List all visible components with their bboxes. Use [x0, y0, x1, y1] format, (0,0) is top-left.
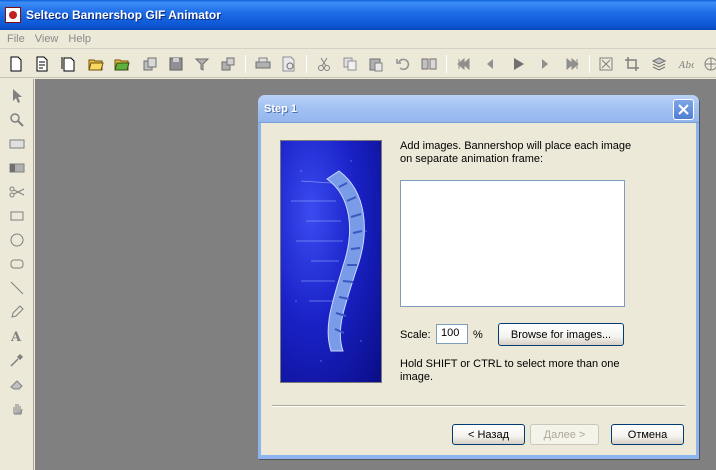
window-titlebar: Selteco Bannershop GIF Animator: [0, 0, 716, 30]
crop-icon[interactable]: [623, 55, 641, 73]
menu-bar: File View Help: [0, 30, 716, 49]
window-title: Selteco Bannershop GIF Animator: [26, 8, 221, 22]
save-icon[interactable]: [167, 55, 185, 73]
text-icon[interactable]: A: [8, 327, 26, 345]
web-icon[interactable]: [702, 55, 716, 73]
wizard-banner-image: [280, 140, 382, 383]
line-icon[interactable]: [8, 279, 26, 297]
menu-view[interactable]: View: [30, 33, 64, 45]
dialog-titlebar: Step 1: [258, 95, 699, 123]
rectangle-icon[interactable]: [8, 207, 26, 225]
layers-icon[interactable]: [650, 55, 668, 73]
frames-icon[interactable]: [420, 55, 438, 73]
last-frame-icon[interactable]: [563, 55, 581, 73]
first-frame-icon[interactable]: [455, 55, 473, 73]
new-file-icon[interactable]: [7, 55, 25, 73]
copy-icon[interactable]: [341, 55, 359, 73]
next-button[interactable]: Далее >: [530, 424, 599, 445]
tools-panel: A: [0, 79, 34, 470]
svg-text:A: A: [10, 330, 22, 344]
browse-images-button[interactable]: Browse for images...: [498, 323, 624, 346]
text-tool-icon[interactable]: Abc: [677, 55, 695, 73]
svg-text:Abc: Abc: [678, 61, 694, 71]
scale-label: Scale:: [400, 329, 431, 341]
menu-help[interactable]: Help: [63, 33, 96, 45]
previous-frame-icon[interactable]: [481, 55, 499, 73]
export-icon[interactable]: [219, 55, 237, 73]
paste-icon[interactable]: [367, 55, 385, 73]
rounded-rect-icon[interactable]: [8, 255, 26, 273]
print-preview-icon[interactable]: [280, 55, 298, 73]
scale-input[interactable]: 100: [436, 324, 468, 344]
new-wizard-icon[interactable]: [59, 55, 77, 73]
eyedropper-icon[interactable]: [8, 351, 26, 369]
toolbar-separator: [589, 55, 590, 73]
back-button[interactable]: < Назад: [452, 424, 525, 445]
instructions-text: Add images. Bannershop will place each i…: [400, 140, 632, 165]
selection-hint-text: Hold SHIFT or CTRL to select more than o…: [400, 358, 620, 383]
undo-icon[interactable]: [394, 55, 412, 73]
close-icon[interactable]: [673, 99, 694, 120]
cancel-button[interactable]: Отмена: [611, 424, 684, 445]
new-from-template-icon[interactable]: [33, 55, 51, 73]
eraser-icon[interactable]: [8, 375, 26, 393]
dialog-divider: [272, 405, 685, 407]
dialog-body: Add images. Bannershop will place each i…: [261, 123, 696, 455]
print-icon[interactable]: [254, 55, 272, 73]
frame-rect-icon[interactable]: [8, 135, 26, 153]
select-arrow-icon[interactable]: [8, 87, 26, 105]
toolbar-separator: [245, 55, 246, 73]
percent-label: %: [473, 329, 483, 341]
scissors-icon[interactable]: [8, 183, 26, 201]
import-icon[interactable]: [141, 55, 159, 73]
toolbar-separator: [306, 55, 307, 73]
hand-icon[interactable]: [8, 399, 26, 417]
play-icon[interactable]: [509, 55, 527, 73]
ellipse-icon[interactable]: [8, 231, 26, 249]
resize-icon[interactable]: [597, 55, 615, 73]
filter-icon[interactable]: [193, 55, 211, 73]
zoom-icon[interactable]: [8, 111, 26, 129]
cut-icon[interactable]: [315, 55, 333, 73]
toolbar-separator: [446, 55, 447, 73]
images-listbox[interactable]: [400, 180, 625, 307]
next-frame-icon[interactable]: [536, 55, 554, 73]
pencil-icon[interactable]: [8, 303, 26, 321]
main-toolbar: Abc: [0, 50, 716, 78]
open-folder-icon[interactable]: [87, 55, 105, 73]
dialog-title: Step 1: [264, 102, 298, 115]
step-dialog: Step 1 Add images. Bannershop will place…: [258, 95, 699, 459]
menu-file[interactable]: File: [0, 33, 30, 45]
open-recent-icon[interactable]: [113, 55, 131, 73]
gradient-icon[interactable]: [8, 159, 26, 177]
app-icon: [5, 7, 21, 23]
